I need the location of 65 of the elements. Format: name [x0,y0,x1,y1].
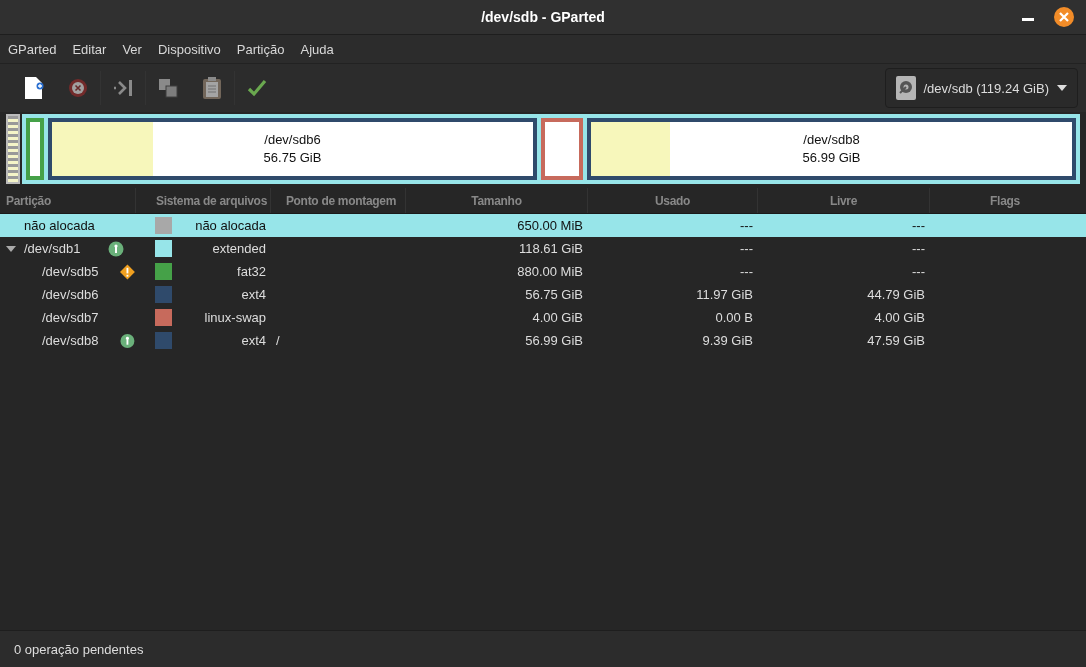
size-cell: 4.00 GiB [532,310,583,325]
partition-cell[interactable]: /dev/sdb8 [42,333,121,348]
device-dropdown[interactable]: /dev/sdb (119.24 GiB) [884,68,1078,108]
filesystem-cell: ext4 [241,333,266,348]
mounted-icon [120,332,135,349]
filesystem-cell: não alocada [195,218,266,233]
column-header[interactable]: Sistema de arquivos [135,188,270,213]
checkmark-icon[interactable] [247,79,267,97]
filesystem-cell: fat32 [237,264,266,279]
free-cell: --- [912,218,925,233]
dropdown-caret-icon [1057,85,1067,91]
filesystem-cell: extended [212,241,266,256]
extended-partition-segment[interactable]: /dev/sdb6 56.75 GiB /dev/sdb8 56.99 GiB [22,114,1080,184]
menu-item[interactable]: Partição [236,41,285,57]
menu-item[interactable]: Dispositivo [157,41,221,57]
expander-icon[interactable] [6,246,16,252]
free-cell: 47.59 GiB [867,333,925,348]
partition-size: 56.99 GiB [802,149,861,167]
size-cell: 56.99 GiB [525,333,583,348]
partition-name: /dev/sdb8 [803,131,860,149]
partition-cell[interactable]: /dev/sdb7 [42,310,126,325]
filesystem-cell: linux-swap [204,310,266,325]
partition-cell[interactable]: /dev/sdb6 [42,287,126,302]
partition-segment[interactable]: /dev/sdb6 56.75 GiB [48,118,537,180]
status-text: 0 operação pendentes [14,641,144,657]
size-cell: 118.61 GiB [518,241,583,256]
menu-item[interactable]: Editar [72,41,107,57]
used-cell: 9.39 GiB [702,333,753,348]
menu-item[interactable]: Ver [122,41,142,57]
partition-cell[interactable]: /dev/sdb1 [24,241,108,256]
partition-segment[interactable]: /dev/sdb8 56.99 GiB [587,118,1076,180]
free-cell: --- [912,241,925,256]
partition-segment[interactable] [541,118,583,180]
used-cell: --- [740,241,753,256]
partition-segment[interactable] [26,118,44,180]
column-header[interactable]: Tamanho [405,188,587,213]
minimize-icon[interactable] [1022,18,1034,22]
size-cell: 650.00 MiB [517,218,583,233]
used-cell: 0.00 B [715,310,753,325]
partition-cell[interactable]: /dev/sdb5 [42,264,121,279]
mount-point-cell: / [276,333,280,348]
warning-icon [120,263,135,280]
column-header[interactable]: Livre [757,188,929,213]
free-cell: --- [912,264,925,279]
used-cell: 11.97 GiB [696,287,753,302]
used-cell: --- [740,218,753,233]
mounted-icon [108,240,124,257]
free-cell: 44.79 GiB [867,287,925,302]
column-header[interactable]: Flags [929,188,1080,213]
size-cell: 56.75 GiB [525,287,583,302]
menu-item[interactable]: GParted [8,41,57,57]
window-title: /dev/sdb - GParted [481,9,605,25]
column-header[interactable]: Usado [587,188,757,213]
partition-size: 56.75 GiB [263,149,322,167]
partition-cell[interactable]: não alocada [24,218,108,233]
column-header[interactable]: Partição [0,188,135,213]
partition-name: /dev/sdb6 [264,131,321,149]
free-cell: 4.00 GiB [874,310,925,325]
size-cell: 880.00 MiB [517,264,583,279]
new-document-icon[interactable] [24,76,44,100]
column-header[interactable]: Ponto de montagem [270,188,405,213]
filesystem-cell: ext4 [241,287,266,302]
close-icon[interactable] [1054,7,1074,27]
used-cell: --- [740,264,753,279]
menu-item[interactable]: Ajuda [300,41,334,57]
